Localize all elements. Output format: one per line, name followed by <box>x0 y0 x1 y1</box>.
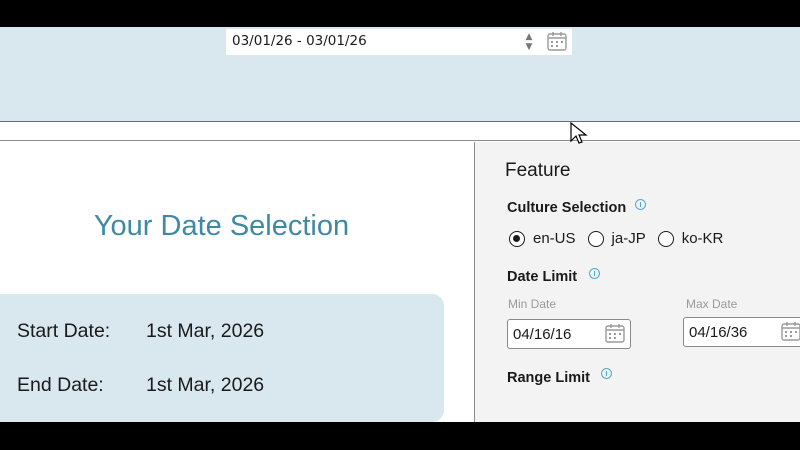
radio-ja-jp[interactable]: ja-JP <box>587 230 646 247</box>
end-date-value: 1st Mar, 2026 <box>146 374 265 396</box>
feature-panel: Feature Culture Selection en-US ja-JP ko… <box>475 142 800 422</box>
calendar-icon[interactable] <box>546 31 568 53</box>
header-band: 03/01/26 - 03/01/26 ▲ ▼ <box>0 27 800 122</box>
culture-radio-group: en-US ja-JP ko-KR <box>509 230 735 247</box>
toolbar-strip <box>0 123 800 141</box>
end-date-label: End Date: <box>17 374 104 396</box>
culture-info-icon[interactable] <box>635 199 646 210</box>
max-date-value[interactable]: 04/16/36 <box>689 324 747 341</box>
radio-button-checked[interactable] <box>509 230 525 247</box>
range-limit-title: Range Limit <box>507 370 590 386</box>
radio-en-us[interactable]: en-US <box>509 230 576 247</box>
selection-pane: Your Date Selection Start Date: 1st Mar,… <box>0 142 474 422</box>
start-date-value: 1st Mar, 2026 <box>146 320 265 342</box>
calendar-icon[interactable] <box>604 323 626 345</box>
min-date-label: Min Date <box>508 297 557 311</box>
culture-selection-title: Culture Selection <box>507 200 627 216</box>
chevron-down-icon[interactable]: ▼ <box>526 42 533 52</box>
max-date-label: Max Date <box>686 297 738 311</box>
start-date-label: Start Date: <box>17 320 111 342</box>
radio-button[interactable] <box>587 230 604 247</box>
calendar-icon[interactable] <box>780 321 800 343</box>
date-limit-info-icon[interactable] <box>589 268 600 279</box>
date-range-value[interactable]: 03/01/26 - 03/01/26 <box>232 33 367 49</box>
page-title: Your Date Selection <box>93 210 350 242</box>
max-date-picker[interactable]: 04/16/36 <box>683 317 800 347</box>
radio-label: en-US <box>533 230 576 247</box>
mouse-cursor-icon <box>570 122 588 144</box>
top-letterbox <box>0 0 800 27</box>
date-limit-title: Date Limit <box>507 269 578 285</box>
range-spinner[interactable]: ▲ ▼ <box>522 30 536 54</box>
app-window: 03/01/26 - 03/01/26 ▲ ▼ Your Date Select… <box>0 27 800 422</box>
range-limit-info-icon[interactable] <box>601 368 612 379</box>
radio-button[interactable] <box>657 230 674 247</box>
chevron-up-icon[interactable]: ▲ <box>526 32 533 42</box>
min-date-value[interactable]: 04/16/16 <box>513 326 571 343</box>
bottom-letterbox <box>0 422 800 450</box>
selection-card: Start Date: 1st Mar, 2026 End Date: 1st … <box>0 294 444 422</box>
radio-label: ja-JP <box>611 230 646 247</box>
date-range-picker[interactable]: 03/01/26 - 03/01/26 ▲ ▼ <box>226 29 572 55</box>
radio-ko-kr[interactable]: ko-KR <box>657 230 724 247</box>
feature-title: Feature <box>505 160 571 181</box>
min-date-picker[interactable]: 04/16/16 <box>507 319 631 349</box>
radio-label: ko-KR <box>681 230 724 247</box>
